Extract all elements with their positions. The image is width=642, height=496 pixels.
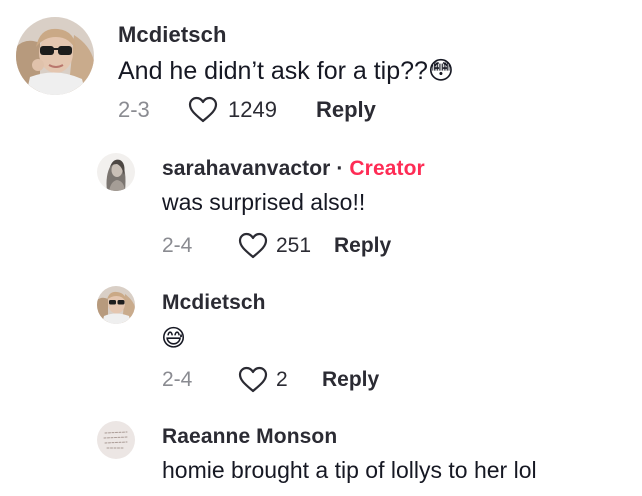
separator-dot: · <box>336 157 344 180</box>
avatar[interactable] <box>97 286 135 324</box>
like-count: 2 <box>276 367 288 391</box>
avatar[interactable] <box>97 421 135 459</box>
reply-button[interactable]: Reply <box>334 234 391 258</box>
comment-date: 2-3 <box>118 96 150 122</box>
creator-badge: Creator <box>349 157 425 180</box>
comment-date: 2-4 <box>162 367 193 391</box>
avatar[interactable] <box>97 153 135 191</box>
heart-outline-icon[interactable] <box>238 366 268 393</box>
comment-username[interactable]: sarahavanvactor · Creator <box>162 157 425 181</box>
reply-button[interactable]: Reply <box>322 368 379 392</box>
comment-meta: 2-4 251 Reply <box>162 232 391 259</box>
comment-meta: 2-3 1249 Reply <box>118 96 376 123</box>
comment-date: 2-4 <box>162 233 193 257</box>
username-text[interactable]: sarahavanvactor <box>162 157 330 180</box>
like-count: 1249 <box>228 96 277 122</box>
like-count: 251 <box>276 233 312 257</box>
heart-outline-icon[interactable] <box>238 232 268 259</box>
avatar[interactable] <box>16 17 94 95</box>
comment-text: And he didn’t ask for a tip??😳 <box>118 57 454 85</box>
comment-text: was surprised also!! <box>162 189 366 215</box>
comment-username[interactable]: Raeanne Monson <box>162 425 337 449</box>
comment-text: 😅 <box>161 325 187 352</box>
comment-text: homie brought a tip of lollys to her lol <box>162 457 537 483</box>
comment-meta: 2-4 2 Reply <box>162 366 379 393</box>
comments-thread: { "comments": [ { "username": "Mcdietsch… <box>0 0 642 496</box>
comment-username[interactable]: Mcdietsch <box>118 22 226 48</box>
comment-username[interactable]: Mcdietsch <box>162 291 266 315</box>
heart-outline-icon[interactable] <box>188 96 218 123</box>
reply-button[interactable]: Reply <box>316 97 376 123</box>
